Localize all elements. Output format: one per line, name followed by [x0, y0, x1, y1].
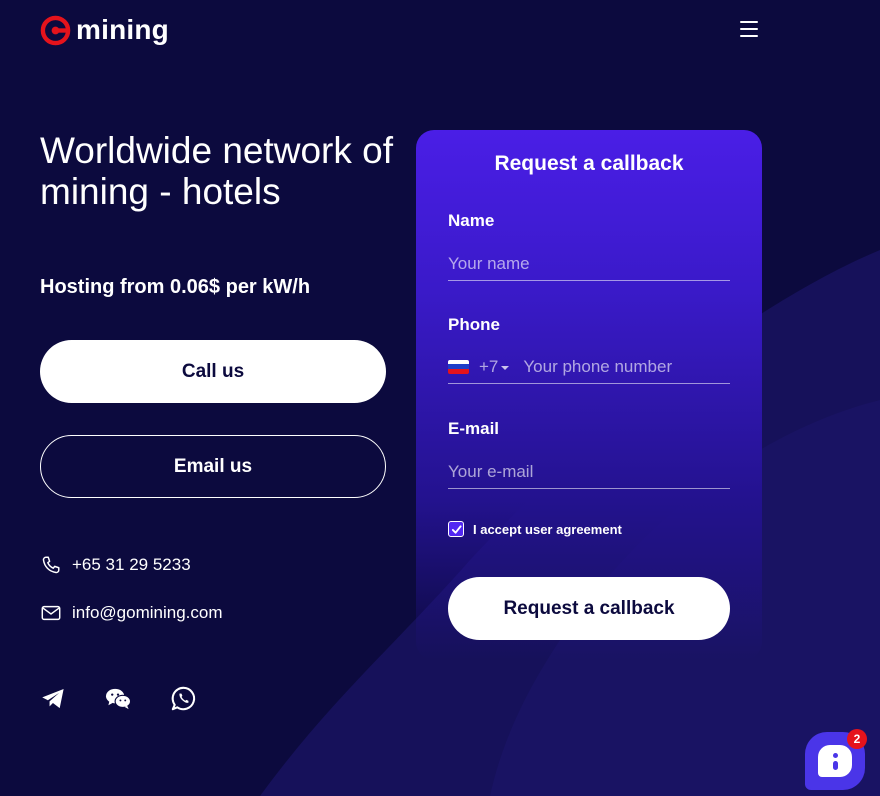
callback-form-card: Request a callback Name Phone +7 E-mail …	[416, 130, 762, 660]
dial-code: +7	[479, 356, 499, 376]
agreement-row: I accept user agreement	[448, 521, 622, 537]
envelope-icon	[41, 605, 61, 621]
email-input[interactable]	[448, 455, 730, 488]
contact-phone[interactable]: +65 31 29 5233	[40, 554, 191, 576]
name-label: Name	[448, 211, 495, 230]
contact-phone-text: +65 31 29 5233	[72, 555, 191, 574]
email-label: E-mail	[448, 419, 500, 438]
hamburger-menu-icon[interactable]	[740, 21, 758, 37]
name-field-wrapper	[448, 247, 730, 281]
checkmark-icon	[451, 524, 462, 534]
call-us-button[interactable]: Call us	[40, 340, 386, 403]
chat-notification-badge: 2	[847, 729, 867, 749]
agreement-checkbox[interactable]	[448, 521, 464, 537]
hero-title: Worldwide network of mining - hotels	[40, 130, 394, 212]
form-title: Request a callback	[494, 152, 684, 175]
hero-subtitle: Hosting from 0.06$ per kW/h	[40, 276, 311, 298]
contact-email-text: info@gomining.com	[72, 603, 223, 622]
phone-field-wrapper: +7	[448, 350, 730, 384]
chevron-down-icon	[501, 365, 510, 370]
email-us-button[interactable]: Email us	[40, 435, 386, 498]
phone-label: Phone	[448, 315, 500, 334]
request-callback-button[interactable]: Request a callback	[448, 577, 730, 640]
wechat-icon[interactable]	[105, 685, 132, 712]
whatsapp-icon[interactable]	[170, 685, 197, 712]
gomining-logo-icon	[40, 15, 71, 45]
phone-icon	[42, 556, 60, 574]
country-code-selector[interactable]: +7	[479, 356, 510, 377]
logo[interactable]: mining	[40, 14, 169, 46]
russia-flag-icon[interactable]	[448, 359, 469, 374]
contact-email[interactable]: info@gomining.com	[40, 602, 223, 624]
telegram-icon[interactable]	[40, 685, 67, 712]
logo-text: mining	[76, 14, 169, 45]
name-input[interactable]	[448, 247, 730, 280]
chat-icon	[818, 745, 852, 777]
agreement-label: I accept user agreement	[473, 521, 622, 537]
phone-input[interactable]	[523, 350, 730, 383]
email-field-wrapper	[448, 455, 730, 489]
social-links	[40, 685, 197, 712]
